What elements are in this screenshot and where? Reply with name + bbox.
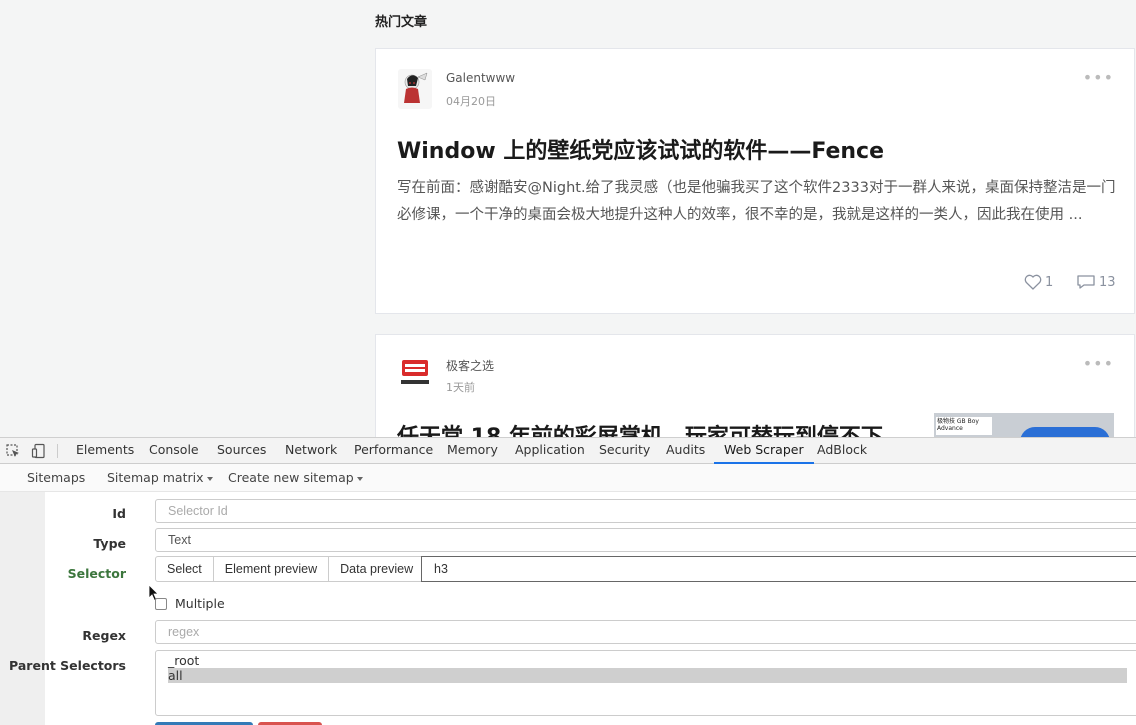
inspect-element-icon[interactable]	[5, 443, 21, 459]
id-label: Id	[112, 506, 126, 521]
more-options-icon[interactable]: •••	[1083, 70, 1114, 86]
thumbnail-graphic	[1020, 427, 1110, 437]
article-excerpt: 写在前面：感谢酷安@Night.给了我灵感（也是他骗我买了这个软件2333对于一…	[397, 180, 1116, 223]
tab-sources[interactable]: Sources	[217, 438, 266, 464]
tab-console[interactable]: Console	[149, 438, 199, 464]
nav-sitemap-matrix-label: Sitemap matrix	[107, 470, 204, 485]
parent-option-all[interactable]: all	[168, 668, 1127, 683]
thumbnail-tag: 极物技 GB Boy Advance	[936, 417, 992, 435]
tab-elements[interactable]: Elements	[76, 438, 134, 464]
parent-selectors-label: Parent Selectors	[9, 658, 126, 673]
comment-button[interactable]: 13	[1076, 274, 1116, 290]
nav-create-new-sitemap-label: Create new sitemap	[228, 470, 354, 485]
webpage-viewport: 热门文章 Galentwww 04月20日 ••• Window 上的壁纸党应该…	[0, 0, 1136, 437]
post-date: 1天前	[446, 381, 475, 394]
nav-create-new-sitemap[interactable]: Create new sitemap	[228, 470, 363, 485]
type-select[interactable]: Text	[155, 528, 1136, 552]
article-title[interactable]: 任天堂 18 年前的彩屏掌机，玩家可替玩到停不下	[397, 419, 883, 437]
article-thumbnail[interactable]: 极物技 GB Boy Advance	[934, 413, 1114, 437]
post-date: 04月20日	[446, 95, 496, 108]
section-title: 热门文章	[375, 15, 428, 30]
author-avatar[interactable]	[398, 69, 432, 109]
geek-choice-logo-icon	[398, 355, 432, 395]
heart-icon	[1024, 274, 1042, 290]
tab-network[interactable]: Network	[285, 438, 337, 464]
devtools-tabbar: Elements Console Sources Network Perform…	[0, 438, 1136, 464]
article-title[interactable]: Window 上的壁纸党应该试试的软件——Fence	[397, 133, 884, 165]
form-left-gutter	[0, 492, 45, 725]
device-toolbar-icon[interactable]	[31, 443, 47, 459]
selector-button-group: Select Element preview Data preview	[155, 556, 426, 582]
tab-memory[interactable]: Memory	[447, 438, 498, 464]
tab-performance[interactable]: Performance	[354, 438, 433, 464]
article-card[interactable]: Galentwww 04月20日 ••• Window 上的壁纸党应该试试的软件…	[375, 48, 1135, 314]
parent-option-root[interactable]: _root	[168, 653, 1127, 668]
author-name[interactable]: Galentwww	[446, 71, 515, 85]
selector-edit-form: Id Selector Id Type Text Selector Select…	[0, 492, 1136, 725]
comment-icon	[1077, 275, 1095, 289]
element-preview-button[interactable]: Element preview	[212, 556, 330, 582]
multiple-checkbox[interactable]	[155, 598, 167, 610]
multiple-label[interactable]: Multiple	[175, 596, 225, 611]
tab-web-scraper[interactable]: Web Scraper	[714, 438, 814, 464]
author-avatar[interactable]	[398, 355, 432, 395]
tab-adblock[interactable]: AdBlock	[817, 438, 867, 464]
type-label: Type	[93, 536, 126, 551]
regex-input[interactable]: regex	[155, 620, 1136, 644]
toolbar-divider	[57, 444, 58, 458]
data-preview-button[interactable]: Data preview	[328, 556, 426, 582]
selector-input[interactable]: h3	[421, 556, 1136, 582]
nav-sitemaps[interactable]: Sitemaps	[27, 470, 85, 485]
like-button[interactable]: 1	[1024, 274, 1053, 290]
more-options-icon[interactable]: •••	[1083, 356, 1114, 372]
selector-label: Selector	[67, 566, 126, 581]
tab-application[interactable]: Application	[515, 438, 585, 464]
select-button[interactable]: Select	[155, 556, 214, 582]
parent-selectors-list[interactable]: _root all	[155, 650, 1136, 716]
devtools-panel: Elements Console Sources Network Perform…	[0, 437, 1136, 725]
chevron-down-icon	[356, 476, 363, 481]
tab-security[interactable]: Security	[599, 438, 650, 464]
like-count: 1	[1045, 274, 1054, 290]
comment-count: 13	[1099, 274, 1116, 290]
nav-sitemap-matrix[interactable]: Sitemap matrix	[107, 470, 213, 485]
article-card[interactable]: 极客之选 1天前 ••• 任天堂 18 年前的彩屏掌机，玩家可替玩到停不下 极物…	[375, 334, 1135, 437]
tab-audits[interactable]: Audits	[666, 438, 705, 464]
chevron-down-icon	[206, 476, 213, 481]
avatar-image-icon	[398, 69, 432, 109]
web-scraper-nav: Sitemaps Sitemap matrix Create new sitem…	[0, 464, 1136, 492]
selector-id-input[interactable]: Selector Id	[155, 499, 1136, 523]
screen: 热门文章 Galentwww 04月20日 ••• Window 上的壁纸党应该…	[0, 0, 1136, 725]
regex-label: Regex	[82, 628, 126, 643]
author-name[interactable]: 极客之选	[446, 357, 494, 374]
